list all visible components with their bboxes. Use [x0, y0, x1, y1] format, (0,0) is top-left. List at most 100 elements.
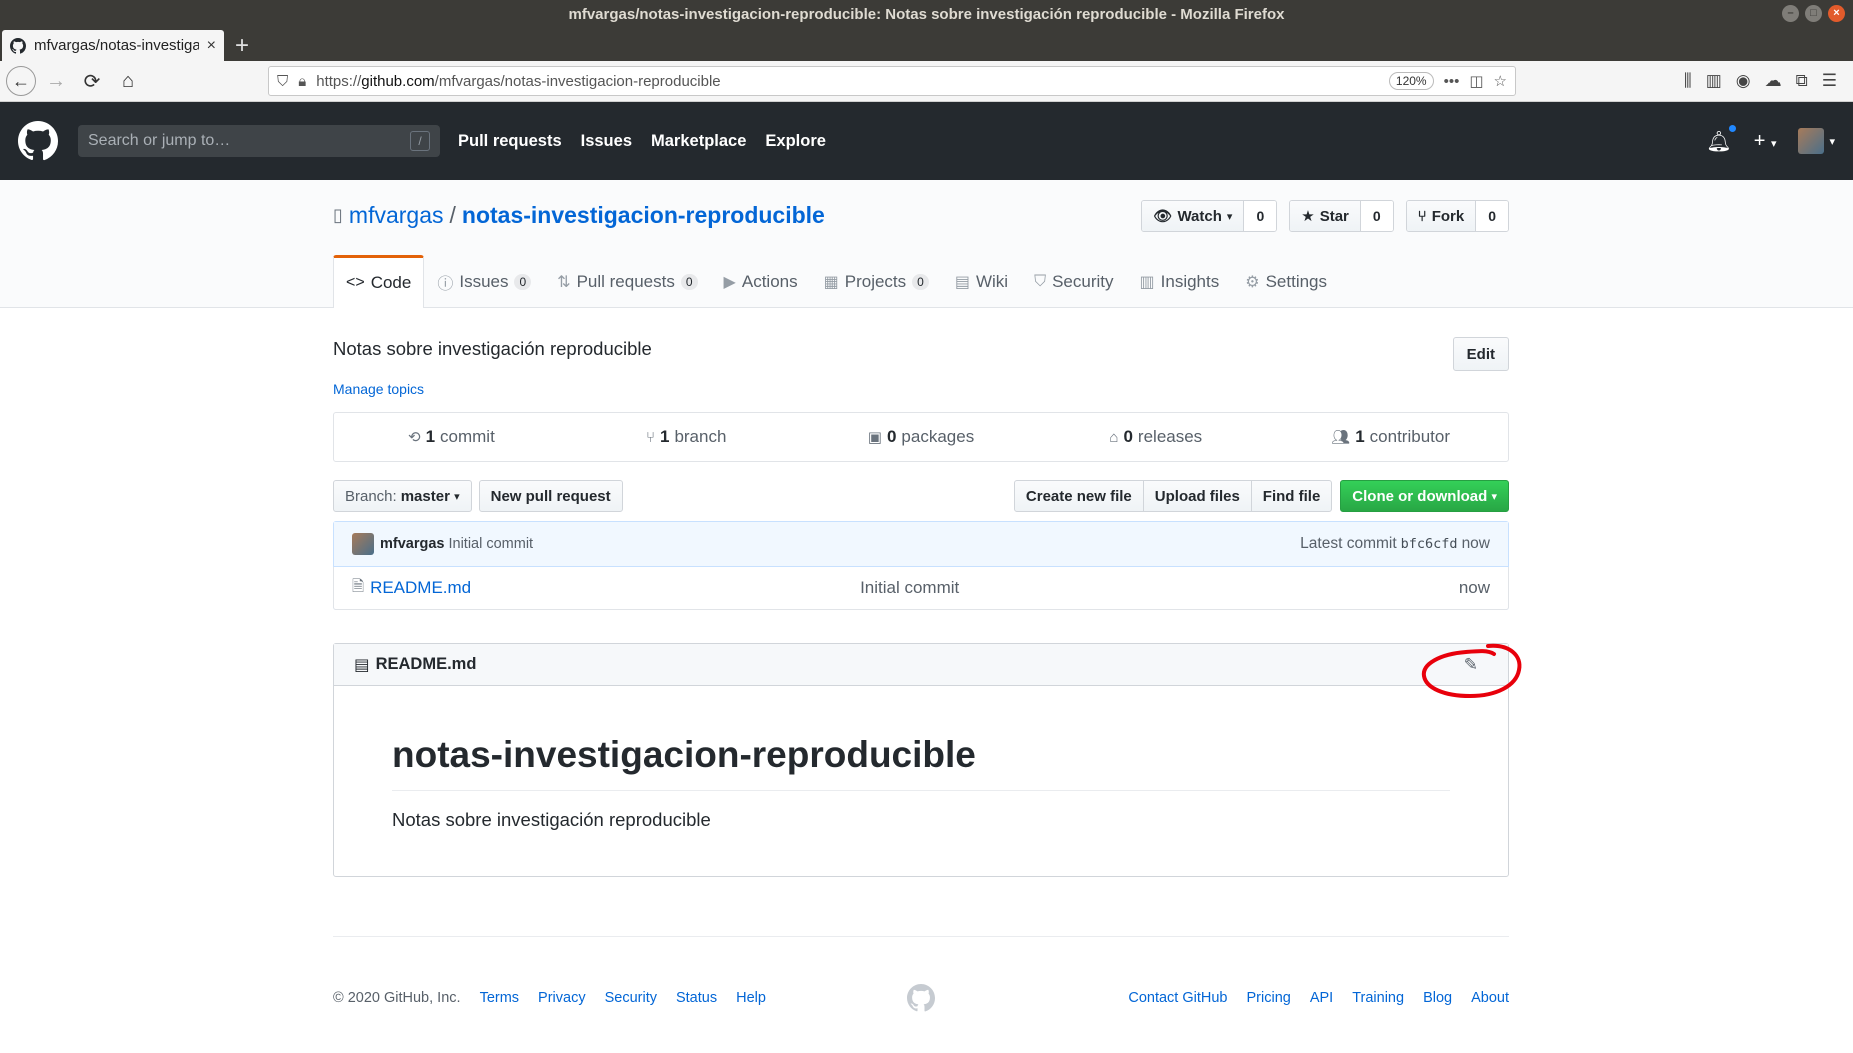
footer-privacy-link[interactable]: Privacy — [538, 990, 586, 1006]
pocket-icon[interactable]: ◫ — [1469, 72, 1483, 90]
book-icon: ▤ — [354, 655, 370, 674]
repo-header: ▯ mfvargas / notas-investigacion-reprodu… — [0, 180, 1853, 308]
tab-code[interactable]: <> Code — [333, 255, 425, 308]
summary-branches[interactable]: ⑂ 1 branch — [569, 427, 804, 447]
clone-or-download-button[interactable]: Clone or download ▾ — [1340, 480, 1509, 512]
footer-contact-link[interactable]: Contact GitHub — [1128, 990, 1227, 1006]
git-pull-request-icon: ⇅ — [557, 273, 571, 291]
notification-dot — [1726, 122, 1738, 134]
tab-issues[interactable]: ⓘ Issues 0 — [424, 255, 544, 308]
book-icon: ▤ — [954, 273, 970, 291]
bookmark-star-icon[interactable]: ☆ — [1494, 72, 1507, 90]
nav-marketplace[interactable]: Marketplace — [651, 132, 746, 151]
forward-button[interactable]: → — [40, 65, 72, 97]
footer-status-link[interactable]: Status — [676, 990, 717, 1006]
browser-navbar: ← → ⟳ ⌂ ⛉ 🔒︎ https://github.com/mfvargas… — [0, 61, 1853, 102]
toolbar-right: ⫼ ▥ ◉ ☁ ⧉ ☰ — [1684, 71, 1847, 91]
github-logo-icon[interactable] — [18, 121, 58, 161]
footer-security-link[interactable]: Security — [605, 990, 657, 1006]
caret-down-icon: ▾ — [1770, 137, 1777, 150]
footer-api-link[interactable]: API — [1310, 990, 1333, 1006]
branch-select-button[interactable]: Branch: master ▾ — [333, 480, 472, 512]
sync-icon[interactable]: ☁ — [1765, 71, 1782, 91]
search-placeholder: Search or jump to… — [88, 132, 231, 149]
commit-sha-link[interactable]: bfc6cfd — [1401, 536, 1458, 552]
window-controls: – □ × — [1782, 5, 1845, 22]
tab-close-icon[interactable]: × — [207, 37, 216, 55]
new-pull-request-button[interactable]: New pull request — [478, 480, 623, 512]
library-icon[interactable]: ⫼ — [1684, 71, 1692, 91]
tab-settings[interactable]: ⚙ Settings — [1232, 255, 1340, 308]
search-shortcut-key: / — [410, 131, 430, 151]
github-header: Search or jump to… / Pull requests Issue… — [0, 102, 1853, 180]
tab-wiki[interactable]: ▤ Wiki — [942, 255, 1021, 308]
file-commit-message[interactable]: Initial commit — [860, 578, 1459, 598]
summary-commits[interactable]: ⟲ 1 commit — [334, 427, 569, 447]
url-text[interactable]: https://github.com/mfvargas/notas-invest… — [316, 73, 1379, 90]
footer-pricing-link[interactable]: Pricing — [1247, 990, 1291, 1006]
footer: © 2020 GitHub, Inc. Terms Privacy Securi… — [333, 936, 1509, 1012]
issue-opened-icon: ⓘ — [437, 275, 454, 293]
github-mark-icon[interactable] — [907, 984, 935, 1012]
page-actions-icon[interactable]: ••• — [1444, 73, 1460, 90]
manage-topics-link[interactable]: Manage topics — [333, 381, 1509, 397]
maximize-button[interactable]: □ — [1805, 5, 1822, 22]
footer-training-link[interactable]: Training — [1352, 990, 1404, 1006]
summary-packages[interactable]: ▣ 0 packages — [804, 427, 1039, 447]
file-name-link[interactable]: README.md — [370, 578, 860, 598]
nav-issues[interactable]: Issues — [581, 132, 632, 151]
create-new-dropdown[interactable]: + ▾ — [1754, 130, 1777, 153]
tab-security[interactable]: ⛉ Security — [1021, 255, 1126, 308]
window-titlebar: mfvargas/notas-investigacion-reproducibl… — [0, 0, 1853, 28]
issues-counter: 0 — [514, 273, 532, 290]
footer-terms-link[interactable]: Terms — [480, 990, 519, 1006]
history-icon: ⟲ — [407, 429, 421, 446]
notifications-bell-icon[interactable]: 🔔︎ — [1706, 122, 1738, 154]
tab-insights[interactable]: ▥ Insights — [1127, 255, 1233, 308]
tab-pull-requests[interactable]: ⇅ Pull requests 0 — [544, 255, 710, 308]
commit-message-link[interactable]: Initial commit — [448, 536, 533, 552]
red-circle-annotation — [1421, 643, 1522, 699]
shield-icon[interactable]: ⛉ — [277, 73, 288, 90]
summary-releases[interactable]: ⌂ 0 releases — [1038, 427, 1273, 447]
tab-actions[interactable]: ▶ Actions — [711, 255, 811, 308]
url-bar[interactable]: ⛉ 🔒︎ https://github.com/mfvargas/notas-i… — [268, 66, 1516, 96]
commit-author-link[interactable]: mfvargas — [380, 536, 444, 552]
footer-help-link[interactable]: Help — [736, 990, 766, 1006]
footer-about-link[interactable]: About — [1471, 990, 1509, 1006]
edit-description-button[interactable]: Edit — [1452, 337, 1509, 371]
file-navigation: Branch: master ▾ New pull request Create … — [333, 480, 1509, 512]
zoom-level[interactable]: 120% — [1388, 72, 1434, 90]
extension-icon[interactable]: ⧉ — [1796, 71, 1808, 91]
avatar[interactable] — [352, 533, 374, 555]
readme-box: ▤ README.md ✎ notas-investigacion-reprod… — [333, 643, 1522, 877]
reload-button[interactable]: ⟳ — [76, 65, 108, 97]
summary-contributors[interactable]: 👥︎ 1 contributor — [1273, 427, 1508, 447]
back-button[interactable]: ← — [6, 66, 36, 96]
sidebar-icon[interactable]: ▥ — [1706, 71, 1722, 91]
file-age: now — [1458, 578, 1490, 597]
tab-title: mfvargas/notas-investigacion-reproducibl… — [34, 37, 199, 54]
lock-icon[interactable]: 🔒︎ — [298, 73, 306, 90]
browser-tab-active[interactable]: mfvargas/notas-investigacion-reproducibl… — [2, 30, 224, 61]
tab-projects[interactable]: ▦ Projects 0 — [811, 255, 942, 308]
file-icon: 🗎︎ — [352, 577, 365, 595]
home-button[interactable]: ⌂ — [112, 65, 144, 97]
create-new-file-button[interactable]: Create new file — [1013, 480, 1144, 512]
new-tab-button[interactable]: + — [224, 30, 260, 61]
account-icon[interactable]: ◉ — [1736, 71, 1751, 91]
commit-age: now — [1461, 535, 1490, 552]
upload-files-button[interactable]: Upload files — [1142, 480, 1252, 512]
readme-filename: README.md — [375, 655, 477, 673]
nav-explore[interactable]: Explore — [765, 132, 826, 151]
close-window-button[interactable]: × — [1828, 5, 1845, 22]
find-file-button[interactable]: Find file — [1250, 480, 1333, 512]
footer-blog-link[interactable]: Blog — [1423, 990, 1452, 1006]
shield-icon: ⛉ — [1034, 272, 1047, 290]
user-menu[interactable]: ▾ — [1798, 128, 1835, 154]
search-input[interactable]: Search or jump to… / — [78, 125, 440, 157]
nav-pull-requests[interactable]: Pull requests — [458, 132, 562, 151]
file-nav-actions: Create new file Upload files Find file C… — [1013, 480, 1509, 512]
minimize-button[interactable]: – — [1782, 5, 1799, 22]
menu-icon[interactable]: ☰ — [1822, 71, 1837, 91]
